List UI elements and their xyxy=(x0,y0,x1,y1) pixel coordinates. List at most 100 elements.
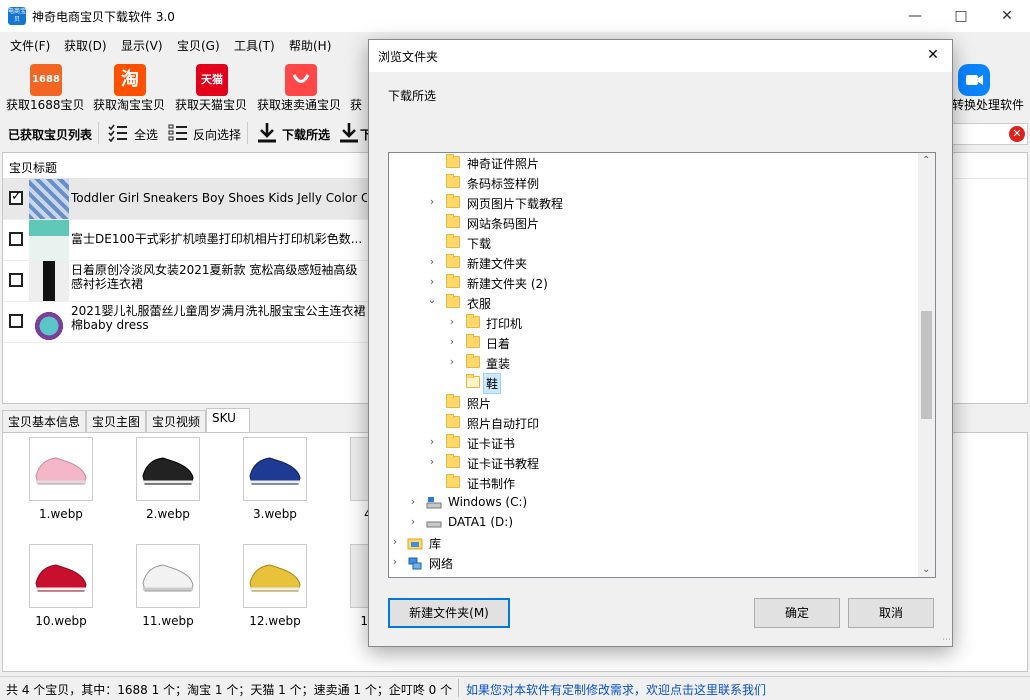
ok-button[interactable]: 确定 xyxy=(754,598,840,628)
download-selected-button[interactable]: 下载所选 xyxy=(254,121,334,145)
get-tmall-button[interactable]: 天猫 获取天猫宝贝 xyxy=(175,58,251,118)
menu-help[interactable]: 帮助(H) xyxy=(289,37,331,54)
tree-node[interactable]: › 网页图片下载教程 xyxy=(389,193,919,213)
tree-node-label: 打印机 xyxy=(486,317,523,331)
cancel-button[interactable]: 取消 xyxy=(848,598,934,628)
tab-main-images[interactable]: 宝贝主图 xyxy=(86,410,147,432)
menu-tools[interactable]: 工具(T) xyxy=(234,37,275,54)
product-thumbnail xyxy=(29,220,69,260)
tree-node[interactable]: › 库 xyxy=(389,533,919,553)
row-checkbox[interactable] xyxy=(9,273,23,287)
maximize-button[interactable]: □ xyxy=(938,0,984,32)
tree-node[interactable]: 神奇证件照片 xyxy=(389,153,919,173)
tree-node-label: 神奇证件照片 xyxy=(467,157,540,171)
list-item[interactable]: 2021婴儿礼服蕾丝儿童周岁满月洗礼服宝宝公主连衣裙棉baby dress xyxy=(3,302,369,343)
row-checkbox[interactable] xyxy=(9,314,23,328)
sku-item[interactable]: 10.webp xyxy=(21,544,101,644)
clear-icon[interactable]: ✕ xyxy=(1009,126,1025,142)
row-checkbox[interactable] xyxy=(9,189,23,205)
folder-icon xyxy=(446,414,460,428)
tree-node[interactable]: 下载 xyxy=(389,233,919,253)
list-item[interactable]: 富士DE100干式彩扩机喷墨打印机相片打印机彩色数... xyxy=(3,220,369,261)
menu-file[interactable]: 文件(F) xyxy=(10,37,50,54)
chevron-right-icon[interactable]: › xyxy=(447,315,457,328)
menu-get[interactable]: 获取(D) xyxy=(64,37,107,54)
tree-node[interactable]: 照片 xyxy=(389,393,919,413)
checklist-icon xyxy=(108,124,127,142)
chevron-down-icon[interactable]: ⌄ xyxy=(427,295,437,306)
sku-item[interactable]: 2.webp xyxy=(128,437,208,537)
tree-node[interactable]: › 新建文件夹 xyxy=(389,253,919,273)
toolbar-partial-label: 获 xyxy=(350,98,363,112)
get-1688-button[interactable]: 1688 获取1688宝贝 xyxy=(6,58,86,118)
chevron-right-icon[interactable]: › xyxy=(447,355,457,368)
close-button[interactable]: ✕ xyxy=(984,0,1030,32)
resize-grip-icon[interactable]: ⋯ xyxy=(942,635,951,645)
scrollbar-thumb[interactable] xyxy=(921,311,932,419)
dialog-close-icon[interactable]: ✕ xyxy=(918,40,948,70)
invert-selection-button[interactable]: 反向选择 xyxy=(166,122,244,144)
menu-item-goods[interactable]: 宝贝(G) xyxy=(177,37,220,54)
download-icon xyxy=(340,123,358,143)
new-folder-button[interactable]: 新建文件夹(M) xyxy=(388,598,510,628)
tree-node-selected[interactable]: 鞋 xyxy=(389,373,919,394)
select-all-button[interactable]: 全选 xyxy=(106,122,162,144)
tree-scrollbar[interactable]: ⌃ ⌄ xyxy=(918,153,935,577)
tree-node[interactable]: › DATA1 (D:) xyxy=(389,513,919,533)
chevron-right-icon[interactable]: › xyxy=(427,455,437,468)
list-item[interactable]: Toddler Girl Sneakers Boy Shoes Kids Jel… xyxy=(3,179,369,220)
row-title: 2021婴儿礼服蕾丝儿童周岁满月洗礼服宝宝公主连衣裙棉baby dress xyxy=(71,304,366,332)
sku-item[interactable]: 3.webp xyxy=(235,437,315,537)
tree-node[interactable]: › 新建文件夹 (2) xyxy=(389,273,919,293)
chevron-right-icon[interactable]: › xyxy=(427,435,437,448)
list-column-title[interactable]: 宝贝标题 xyxy=(9,159,57,176)
sku-item[interactable]: 11.webp xyxy=(128,544,208,644)
chevron-right-icon[interactable]: › xyxy=(408,515,418,528)
contact-link[interactable]: 如果您对本软件有定制修改需求，欢迎点击这里联系我们 xyxy=(466,681,766,698)
list-item[interactable]: 日着原创冷淡风女装2021夏新款 宽松高级感短袖高级感衬衫连衣裙 xyxy=(3,261,369,302)
tree-node[interactable]: › 网络 xyxy=(389,553,919,573)
chevron-right-icon[interactable]: › xyxy=(427,275,437,288)
convert-software-button[interactable]: 转换处理软件 xyxy=(950,58,1026,118)
tree-node[interactable]: 条码标签样例 xyxy=(389,173,919,193)
sku-item[interactable]: 1.webp xyxy=(21,437,101,537)
get-1688-label: 获取1688宝贝 xyxy=(6,98,85,112)
scroll-down-icon[interactable]: ⌄ xyxy=(922,564,930,575)
tree-node[interactable]: › 打印机 xyxy=(389,313,919,333)
row-checkbox[interactable] xyxy=(9,232,23,246)
sku-item[interactable]: 4 xyxy=(342,437,368,537)
toolbar-partial-button[interactable]: 获 xyxy=(350,58,370,118)
tree-node[interactable]: 网站条码图片 xyxy=(389,213,919,233)
menu-view[interactable]: 显示(V) xyxy=(121,37,163,54)
drive-icon xyxy=(426,497,442,509)
search-input[interactable]: ✕ xyxy=(952,123,1028,145)
get-taobao-button[interactable]: 淘 获取淘宝宝贝 xyxy=(93,58,169,118)
scroll-up-icon[interactable]: ⌃ xyxy=(922,155,930,166)
chevron-right-icon[interactable]: › xyxy=(427,195,437,208)
tree-node[interactable]: ⌄ 衣服 xyxy=(389,293,919,313)
sku-label: 1.webp xyxy=(39,507,83,521)
minimize-button[interactable]: — xyxy=(892,0,938,32)
chevron-right-icon[interactable]: › xyxy=(408,495,418,508)
tab-sku[interactable]: SKU xyxy=(206,408,250,433)
tab-videos[interactable]: 宝贝视频 xyxy=(146,410,207,432)
chevron-right-icon[interactable]: › xyxy=(390,535,400,548)
tree-node[interactable]: › 证卡证书教程 xyxy=(389,453,919,473)
1688-icon: 1688 xyxy=(30,64,62,96)
chevron-right-icon[interactable]: › xyxy=(390,555,400,568)
tree-node[interactable]: › Windows (C:) xyxy=(389,493,919,513)
sku-item[interactable]: 13 xyxy=(342,544,368,644)
tree-node[interactable]: › 童装 xyxy=(389,353,919,373)
tab-basic-info[interactable]: 宝贝基本信息 xyxy=(2,410,87,432)
chevron-right-icon[interactable]: › xyxy=(447,335,457,348)
tree-node[interactable]: 照片自动打印 xyxy=(389,413,919,433)
tree-node[interactable]: › 日着 xyxy=(389,333,919,353)
get-aliexpress-button[interactable]: 获取速卖通宝贝 xyxy=(257,58,345,118)
download-button[interactable]: 下 xyxy=(338,121,372,145)
chevron-right-icon[interactable]: › xyxy=(427,255,437,268)
folder-icon xyxy=(466,334,480,348)
tree-node[interactable]: 证书制作 xyxy=(389,473,919,493)
sku-item[interactable]: 12.webp xyxy=(235,544,315,644)
tree-node[interactable]: › 证卡证书 xyxy=(389,433,919,453)
status-text: 共 4 个宝贝，其中：1688 1 个；淘宝 1 个；天猫 1 个；速卖通 1 … xyxy=(6,683,453,697)
